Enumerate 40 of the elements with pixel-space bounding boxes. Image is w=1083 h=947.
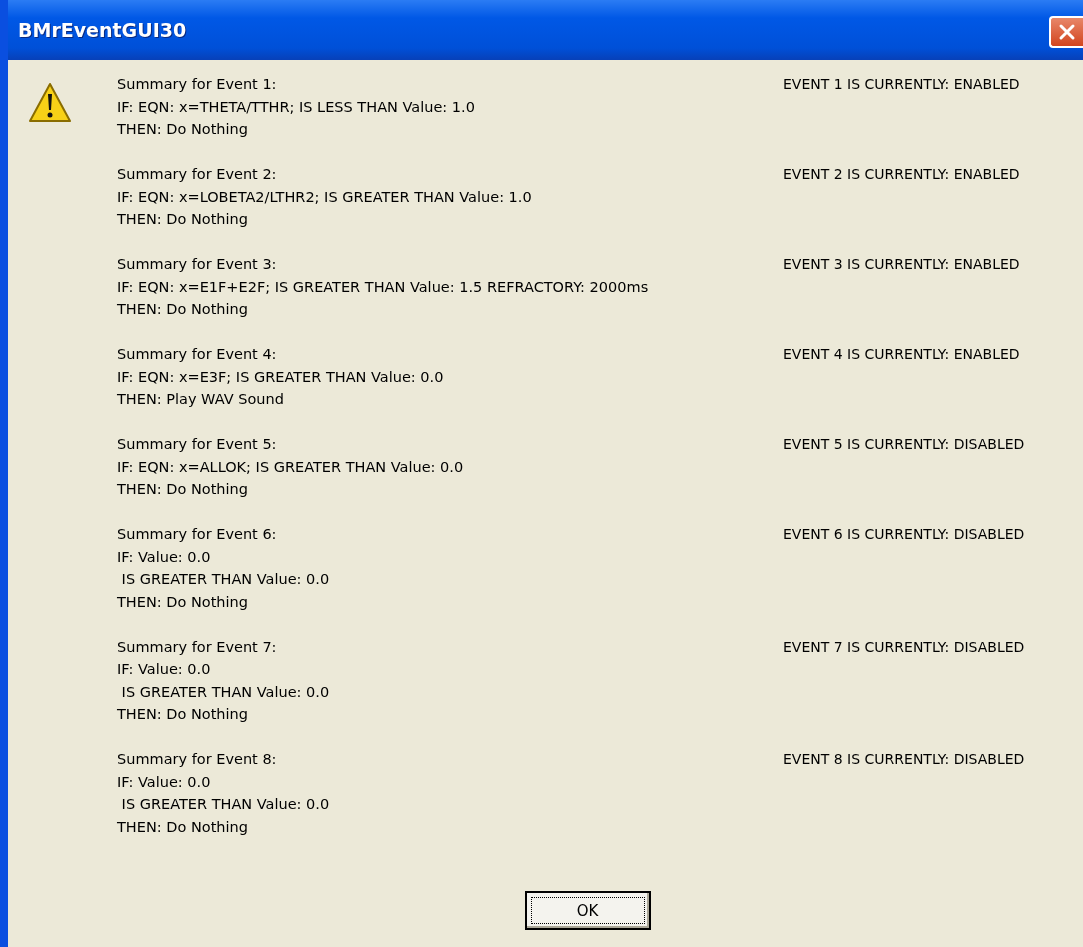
summary-line: IF: Value: 0.0 [117, 660, 212, 679]
summary-line: IF: EQN: x=ALLOK; IS GREATER THAN Value: 0.0 [117, 457, 465, 477]
event-status: EVENT 6 IS CURRENTLY: DISABLED [783, 525, 1025, 544]
summary-line: Summary for Event 6: [117, 525, 278, 544]
summary-line: Summary for Event 5: [117, 435, 278, 454]
summary-line: IF: EQN: x=LOBETA2/LTHR2; IS GREATER THAN Value: 1.0 [117, 187, 533, 207]
summary-line: Summary for Event 8: [117, 750, 278, 769]
summary-line: THEN: Play WAV Sound [117, 390, 285, 409]
summary-line: THEN: Do Nothing [117, 705, 249, 724]
summary-line: THEN: Do Nothing [117, 480, 249, 499]
summary-line: IF: Value: 0.0 [117, 772, 212, 792]
summary-line: Summary for Event 1: [117, 75, 278, 94]
summary-line: IS GREATER THAN Value: 0.0 [120, 570, 331, 589]
summary-line: IF: Value: 0.0 [117, 547, 212, 567]
close-icon [1057, 22, 1077, 42]
summary-line: Summary for Event 7: [117, 637, 278, 657]
summary-line: IF: EQN: x=E1F+E2F; IS GREATER THAN Value: 1.5 REFRACTORY: 2000ms [117, 277, 650, 297]
event-status: EVENT 7 IS CURRENTLY: DISABLED [783, 637, 1025, 657]
summary-line: THEN: Do Nothing [117, 300, 249, 319]
event-status: EVENT 3 IS CURRENTLY: ENABLED [783, 255, 1020, 274]
event-status: EVENT 4 IS CURRENTLY: ENABLED [783, 345, 1020, 364]
summary-line: THEN: Do Nothing [117, 817, 249, 837]
warning-icon [28, 81, 72, 125]
summary-line: Summary for Event 3: [117, 255, 278, 274]
event-status: EVENT 2 IS CURRENTLY: ENABLED [783, 165, 1020, 184]
summary-line: Summary for Event 4: [117, 345, 278, 364]
event-status: EVENT 1 IS CURRENTLY: ENABLED [783, 75, 1020, 94]
summary-line: IS GREATER THAN Value: 0.0 [120, 682, 331, 702]
ok-button[interactable]: OK [524, 890, 651, 930]
close-button[interactable] [1049, 16, 1083, 48]
summary-line: IS GREATER THAN Value: 0.0 [120, 795, 331, 814]
event-status: EVENT 8 IS CURRENTLY: DISABLED [783, 750, 1025, 769]
summary-line: IF: EQN: x=THETA/TTHR; IS LESS THAN Value: 1.0 [117, 97, 476, 117]
summary-line: THEN: Do Nothing [117, 120, 249, 139]
window-title: BMrEventGUI30 [18, 19, 187, 41]
summary-line: THEN: Do Nothing [117, 210, 249, 229]
summary-line: Summary for Event 2: [117, 165, 278, 184]
summary-line: IF: EQN: x=E3F; IS GREATER THAN Value: 0.0 [117, 367, 445, 387]
event-status: EVENT 5 IS CURRENTLY: DISABLED [783, 435, 1025, 454]
summary-line: THEN: Do Nothing [117, 592, 249, 612]
